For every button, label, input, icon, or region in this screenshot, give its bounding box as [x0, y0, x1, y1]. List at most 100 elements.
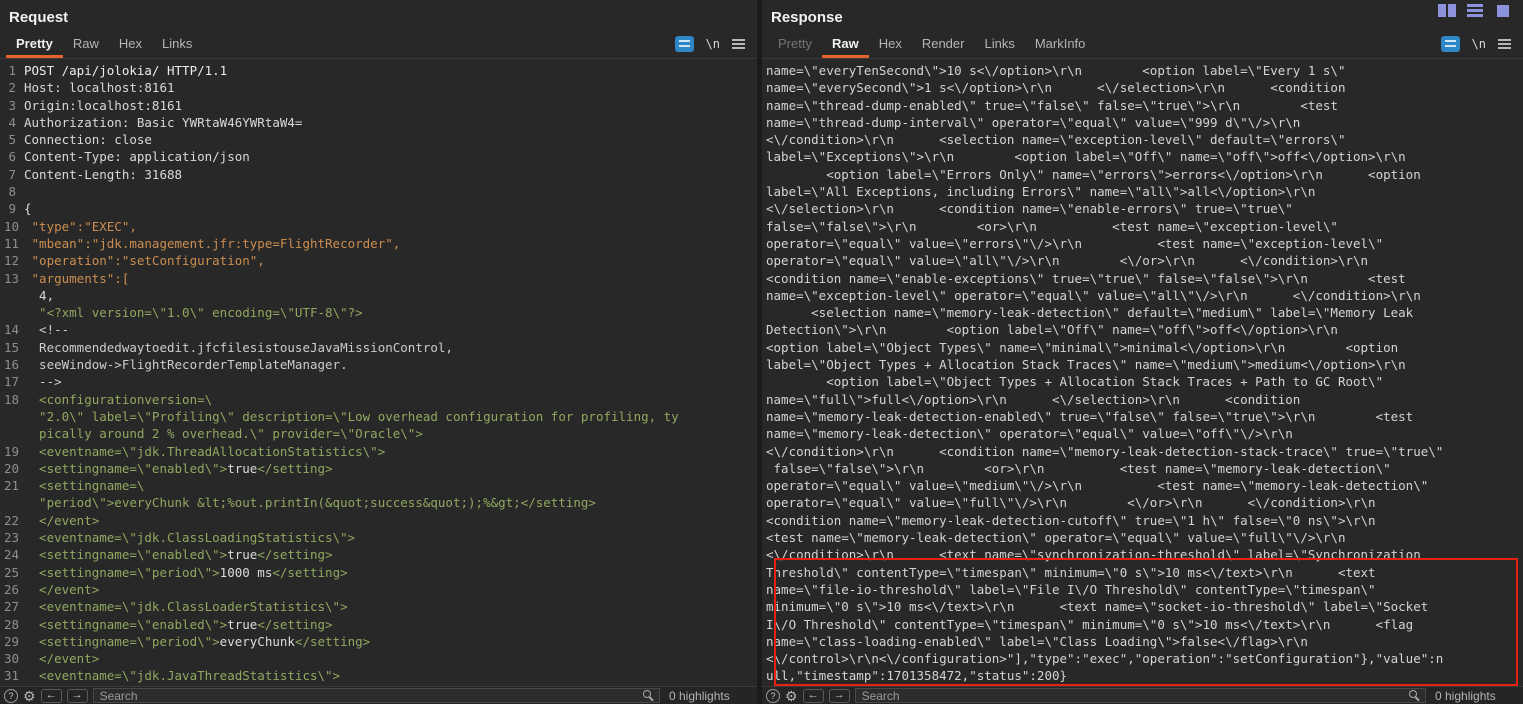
tab-response-render[interactable]: Render	[912, 31, 975, 58]
code-line: 6Content-Type: application/json	[4, 148, 757, 165]
code-line: ull,"timestamp":1701358472,"status":200}	[766, 667, 1523, 684]
prev-match-button[interactable]: ←	[803, 689, 824, 703]
line-number	[4, 287, 24, 304]
search-settings-gear-icon[interactable]: ⚙	[785, 689, 798, 703]
syntax-highlight-icon[interactable]	[675, 36, 694, 52]
response-editor-actions: \n	[1441, 36, 1517, 58]
code-line: I\/O Threshold\" contentType=\"timespan\…	[766, 616, 1523, 633]
code-line: "period\">everyChunk &lt;%out.printIn(&q…	[4, 494, 757, 511]
search-field-wrap	[855, 688, 1426, 703]
response-title: Response	[771, 9, 843, 26]
response-editor[interactable]: name=\"everyTenSecond\">10 s<\/option>\r…	[762, 59, 1523, 686]
next-match-button[interactable]: →	[829, 689, 850, 703]
search-input[interactable]	[855, 688, 1426, 703]
code-line: 24 <settingname=\"enabled\">true</settin…	[4, 546, 757, 563]
line-number: 8	[4, 183, 24, 200]
search-input[interactable]	[93, 688, 660, 703]
line-number: 32	[4, 685, 24, 686]
code-line: name=\"thread-dump-interval\" operator=\…	[766, 114, 1523, 131]
line-number: 11	[4, 235, 24, 252]
line-number: 31	[4, 667, 24, 684]
code-line: name=\"thread-dump-enabled\" true=\"fals…	[766, 97, 1523, 114]
tab-response-pretty[interactable]: Pretty	[768, 31, 822, 58]
code-line: 21 <settingname=\	[4, 477, 757, 494]
line-number: 13	[4, 270, 24, 287]
line-number: 27	[4, 598, 24, 615]
line-number: 1	[4, 62, 24, 79]
tab-request-pretty[interactable]: Pretty	[6, 31, 63, 58]
code-line: 3Origin:localhost:8161	[4, 97, 757, 114]
split-rows-layout-icon[interactable]	[1465, 3, 1485, 18]
burp-message-viewer: Request Pretty Raw Hex Links \n 1POST /a…	[0, 0, 1523, 704]
line-number: 30	[4, 650, 24, 667]
code-line: 22 </event>	[4, 512, 757, 529]
line-number: 3	[4, 97, 24, 114]
code-line: operator=\"equal\" value=\"full\"\/>\r\n…	[766, 494, 1523, 511]
next-match-button[interactable]: →	[67, 689, 88, 703]
line-number: 18	[4, 391, 24, 408]
code-line: 19 <eventname=\"jdk.ThreadAllocationStat…	[4, 443, 757, 460]
code-line: 25 <settingname=\"period\">1000 ms</sett…	[4, 564, 757, 581]
code-line: 16 seeWindow->FlightRecorderTemplateMana…	[4, 356, 757, 373]
single-pane-layout-icon[interactable]	[1493, 3, 1513, 18]
code-line: 31 <eventname=\"jdk.JavaThreadStatistics…	[4, 667, 757, 684]
response-panel: Response Pretty Raw Hex Render Links Mar…	[762, 0, 1523, 704]
code-line: name=\"everySecond\">1 s<\/option>\r\n <…	[766, 79, 1523, 96]
line-number: 4	[4, 114, 24, 131]
request-header: Request	[0, 0, 757, 32]
search-help-icon[interactable]: ?	[766, 689, 780, 703]
code-line: 4Authorization: Basic YWRtaW46YWRtaW4=	[4, 114, 757, 131]
tab-request-hex[interactable]: Hex	[109, 31, 152, 58]
split-columns-layout-icon[interactable]	[1437, 3, 1457, 18]
editor-menu-icon[interactable]	[732, 39, 745, 49]
code-line: label=\"Object Types + Allocation Stack …	[766, 356, 1523, 373]
code-line: <\/condition>\r\n <condition name=\"memo…	[766, 443, 1523, 460]
code-line: minimum=\"0 s\">10 ms<\/text>\r\n <text …	[766, 598, 1523, 615]
code-line: label=\"All Exceptions, including Errors…	[766, 183, 1523, 200]
line-number: 22	[4, 512, 24, 529]
response-search-bar: ? ⚙ ← → 0 highlights	[762, 686, 1523, 704]
code-line: 32 <settingname=\"enabled\">true</settin…	[4, 685, 757, 686]
tab-request-raw[interactable]: Raw	[63, 31, 109, 58]
request-editor-actions: \n	[675, 36, 751, 58]
code-line: <\/condition>\r\n <text name=\"synchroni…	[766, 546, 1523, 563]
code-line: pically around 2 % overhead.\" provider=…	[4, 425, 757, 442]
show-newlines-button[interactable]: \n	[706, 37, 720, 51]
prev-match-button[interactable]: ←	[41, 689, 62, 703]
line-number	[4, 425, 24, 442]
search-settings-gear-icon[interactable]: ⚙	[23, 689, 36, 703]
code-line: <option label=\"Errors Only\" name=\"err…	[766, 166, 1523, 183]
code-line: 20 <settingname=\"enabled\">true</settin…	[4, 460, 757, 477]
syntax-highlight-icon[interactable]	[1441, 36, 1460, 52]
code-line: 7Content-Length: 31688	[4, 166, 757, 183]
line-number: 10	[4, 218, 24, 235]
code-line: 1POST /api/jolokia/ HTTP/1.1	[4, 62, 757, 79]
response-tab-bar: Pretty Raw Hex Render Links MarkInfo \n	[762, 32, 1523, 59]
search-help-icon[interactable]: ?	[4, 689, 18, 703]
highlight-count: 0 highlights	[1431, 689, 1519, 703]
line-number: 23	[4, 529, 24, 546]
code-line: Threshold\" contentType=\"timespan\" min…	[766, 564, 1523, 581]
line-number	[4, 494, 24, 511]
code-line: 4,	[4, 287, 757, 304]
show-newlines-button[interactable]: \n	[1472, 37, 1486, 51]
line-number: 12	[4, 252, 24, 269]
code-line: 5Connection: close	[4, 131, 757, 148]
line-number: 2	[4, 79, 24, 96]
tab-response-markinfo[interactable]: MarkInfo	[1025, 31, 1096, 58]
code-line: 9{	[4, 200, 757, 217]
request-editor[interactable]: 1POST /api/jolokia/ HTTP/1.12Host: local…	[0, 59, 757, 686]
code-line: false=\"false\">\r\n <or>\r\n <test name…	[766, 460, 1523, 477]
tab-response-links[interactable]: Links	[974, 31, 1024, 58]
editor-menu-icon[interactable]	[1498, 39, 1511, 49]
code-line: <test name=\"memory-leak-detection\" ope…	[766, 529, 1523, 546]
code-line: "<?xml version=\"1.0\" encoding=\"UTF-8\…	[4, 304, 757, 321]
response-header: Response	[762, 0, 1523, 32]
code-line: name=\"everyTenSecond\">10 s<\/option>\r…	[766, 62, 1523, 79]
code-line: false=\"false\">\r\n <or>\r\n <test name…	[766, 218, 1523, 235]
tab-response-hex[interactable]: Hex	[869, 31, 912, 58]
line-number	[4, 304, 24, 321]
tab-response-raw[interactable]: Raw	[822, 31, 869, 58]
tab-request-links[interactable]: Links	[152, 31, 202, 58]
line-number: 21	[4, 477, 24, 494]
